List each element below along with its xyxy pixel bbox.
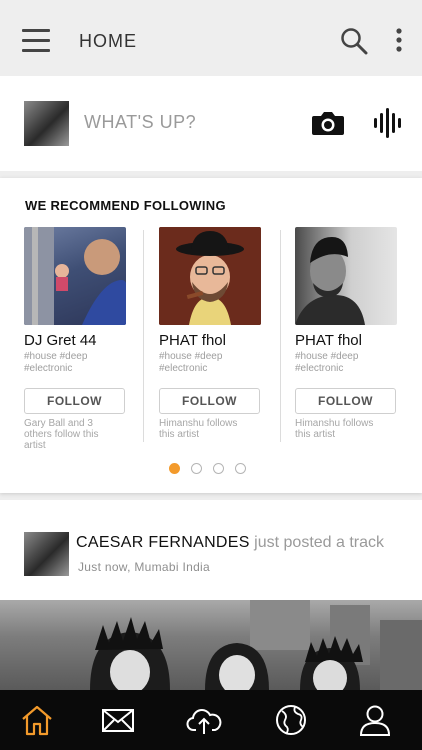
- artist-card: PHAT fhol #house #deep #electronic FOLLO…: [295, 227, 399, 440]
- artist-name[interactable]: DJ Gret 44: [24, 332, 128, 349]
- social-proof-text: Himanshu follows this artist: [159, 418, 238, 440]
- artist-tags: #house #deep #electronic: [295, 351, 359, 374]
- cloud-upload-icon[interactable]: [186, 703, 222, 737]
- artist-card: DJ Gret 44 #house #deep #electronic FOLL…: [24, 227, 128, 451]
- social-proof-text: Himanshu follows this artist: [295, 418, 374, 440]
- carousel-page-indicator: [169, 461, 257, 474]
- follow-button[interactable]: FOLLOW: [24, 388, 125, 414]
- top-app-bar: HOME: [0, 0, 422, 76]
- artist-tags: #house #deep #electronic: [159, 351, 223, 374]
- mail-icon[interactable]: [100, 703, 136, 737]
- post-meta: Just now, Mumabi India: [78, 560, 210, 574]
- card-divider: [143, 230, 144, 442]
- search-icon[interactable]: [340, 27, 368, 55]
- feed-post: CAESAR FERNANDES just posted a track Jus…: [0, 500, 422, 690]
- post-author-name[interactable]: CAESAR FERNANDES: [76, 534, 250, 551]
- follow-button[interactable]: FOLLOW: [295, 388, 396, 414]
- audio-wave-icon[interactable]: [373, 108, 401, 138]
- page-title: HOME: [79, 31, 137, 51]
- page-dot[interactable]: [235, 463, 246, 474]
- page-dot-active[interactable]: [169, 463, 180, 474]
- card-divider: [280, 230, 281, 442]
- page-dot[interactable]: [213, 463, 224, 474]
- post-author-avatar[interactable]: [24, 532, 69, 576]
- recommend-following-card: WE RECOMMEND FOLLOWING DJ Gret 44 #house…: [0, 178, 422, 493]
- hamburger-menu-icon[interactable]: [22, 28, 50, 52]
- page-dot[interactable]: [191, 463, 202, 474]
- artist-photo[interactable]: [295, 227, 397, 325]
- more-vertical-icon[interactable]: [392, 27, 406, 55]
- artist-name[interactable]: PHAT fhol: [159, 332, 263, 349]
- post-headline: CAESAR FERNANDES just posted a track: [76, 534, 384, 552]
- post-action-text: just posted a track: [249, 534, 385, 551]
- camera-icon[interactable]: [311, 109, 345, 137]
- bottom-navigation: [0, 690, 422, 750]
- post-image[interactable]: [0, 600, 422, 690]
- follow-button[interactable]: FOLLOW: [159, 388, 260, 414]
- status-prompt[interactable]: WHAT'S UP?: [84, 112, 196, 133]
- artist-card: PHAT fhol #house #deep #electronic FOLLO…: [159, 227, 263, 440]
- recommend-heading: WE RECOMMEND FOLLOWING: [25, 198, 226, 213]
- artist-name[interactable]: PHAT fhol: [295, 332, 399, 349]
- artist-tags: #house #deep #electronic: [24, 351, 88, 374]
- artist-photo[interactable]: [159, 227, 261, 325]
- globe-icon[interactable]: [273, 703, 309, 737]
- home-icon[interactable]: [19, 703, 55, 737]
- artist-photo[interactable]: [24, 227, 126, 325]
- status-composer: WHAT'S UP?: [0, 76, 422, 171]
- social-proof-text: Gary Ball and 3 others follow this artis…: [24, 418, 99, 451]
- user-avatar[interactable]: [24, 101, 69, 146]
- profile-icon[interactable]: [357, 703, 393, 737]
